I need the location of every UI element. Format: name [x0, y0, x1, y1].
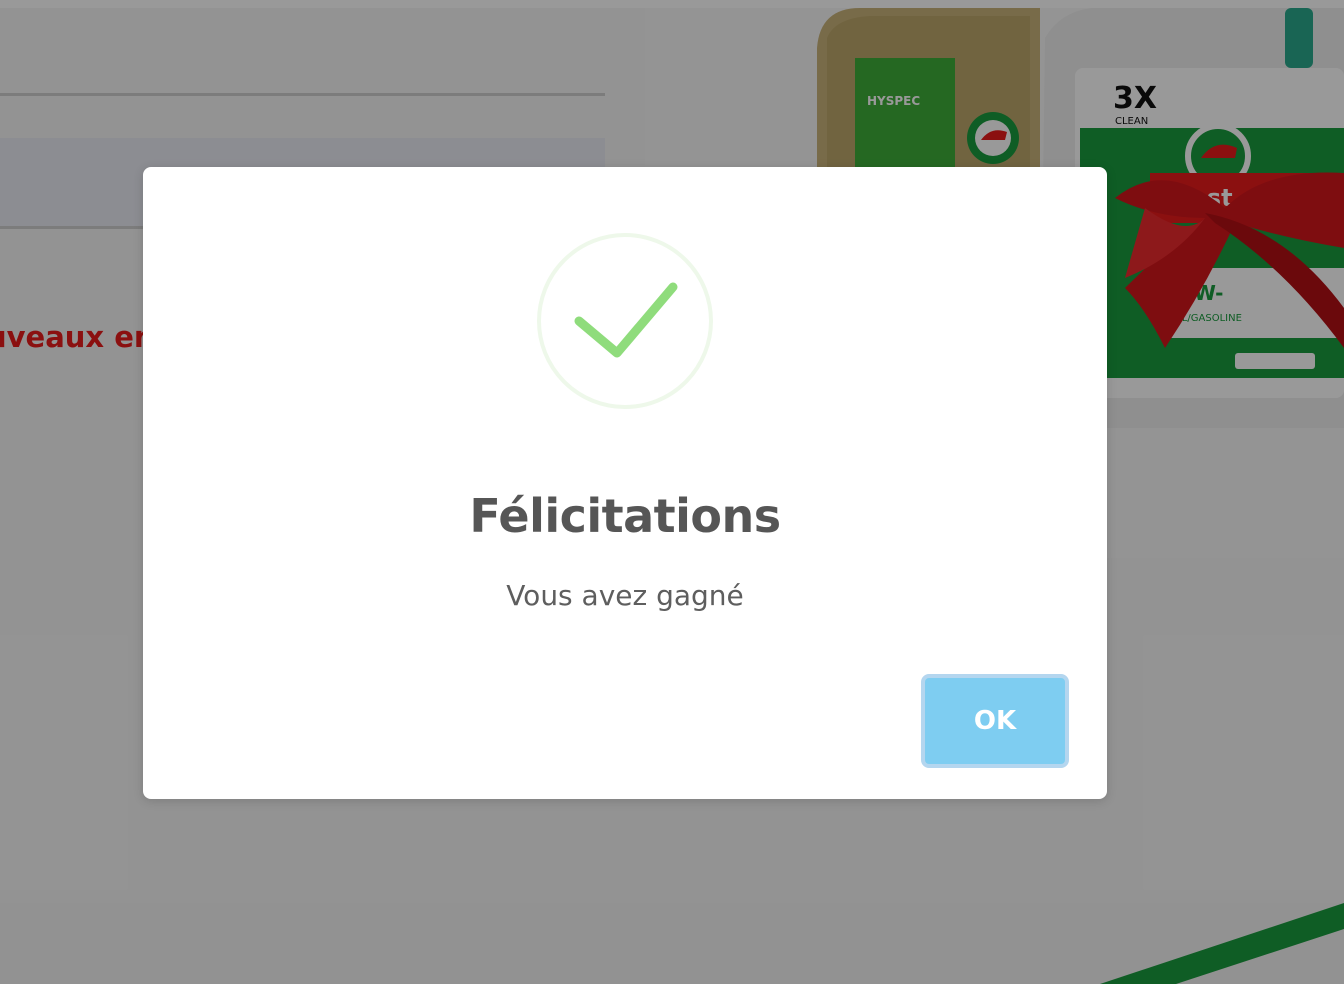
ok-button-label: OK — [973, 706, 1017, 736]
dialog-title: Félicitations — [469, 489, 781, 543]
success-dialog: Félicitations Vous avez gagné OK — [143, 167, 1107, 799]
page: uveaux en HYSPEC 3X CLEAN Cast 0W- ROL/G — [0, 0, 1344, 984]
check-circle-icon — [537, 233, 713, 409]
ok-button[interactable]: OK — [921, 674, 1069, 768]
dialog-message: Vous avez gagné — [506, 579, 744, 612]
